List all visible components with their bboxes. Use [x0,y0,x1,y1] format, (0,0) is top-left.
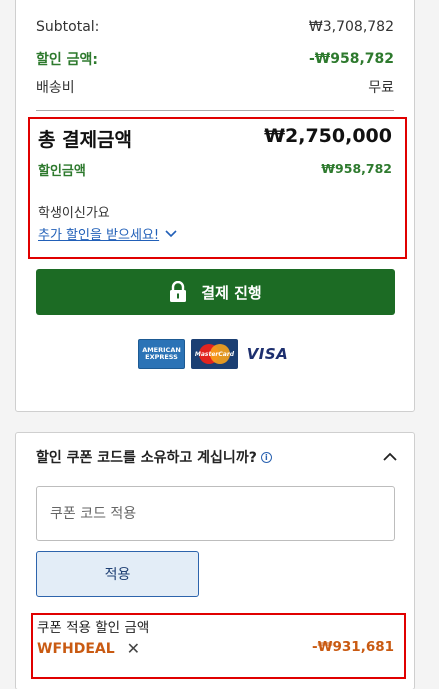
summary-divider [36,110,394,111]
chevron-down-icon[interactable] [165,229,177,238]
apply-label[interactable]: 적용 [105,564,131,584]
applied-coupon-amount: -₩931,681 [312,639,394,655]
checkout-label[interactable]: 결제 진행 [201,282,261,303]
discount-value: -₩958,782 [308,51,394,67]
lock-icon [170,281,187,302]
subtotal-row: Subtotal: ₩3,708,782 [36,19,394,35]
coupon-header[interactable]: 할인 쿠폰 코드를 소유하고 계십니까? i [36,447,398,467]
amex-icon: AMERICAN EXPRESS [138,339,185,369]
coupon-question: 할인 쿠폰 코드를 소유하고 계십니까? i [36,447,272,467]
student-question: 학생이신가요 [38,206,110,221]
checkout-button[interactable]: 결제 진행 [36,269,395,315]
info-icon[interactable]: i [260,451,272,463]
apply-coupon-button[interactable]: 적용 [36,551,199,597]
discount-label: 할인 금액: [36,52,98,68]
total-label: 총 결제금액 [38,129,133,151]
chevron-up-icon[interactable] [382,449,398,465]
shipping-label: 배송비 [36,80,75,96]
coupon-card: 할인 쿠폰 코드를 소유하고 계십니까? i 적용 쿠폰 적용 할인 금액 WF… [15,432,415,689]
student-link-text[interactable]: 추가 할인을 받으세요! [38,224,159,243]
discount-summary-label: 할인금액 [38,164,86,179]
applied-coupon-code: WFHDEAL [37,640,115,657]
total-value: ₩2,750,000 [264,125,392,147]
applied-coupon: WFHDEAL ✕ [37,639,140,658]
student-discount-link[interactable]: 추가 할인을 받으세요! [38,224,177,243]
shipping-row: 배송비 무료 [36,77,394,97]
coupon-code-input[interactable] [36,486,395,541]
order-summary-card: Subtotal: ₩3,708,782 할인 금액: -₩958,782 배송… [15,0,415,412]
payment-methods: AMERICAN EXPRESS MasterCard VISA [138,339,291,369]
discount-row: 할인 금액: -₩958,782 [36,49,394,69]
coupon-question-text: 할인 쿠폰 코드를 소유하고 계십니까? [36,450,257,466]
mastercard-icon: MasterCard [191,339,238,369]
close-icon[interactable]: ✕ [127,639,140,658]
applied-coupon-label: 쿠폰 적용 할인 금액 [37,620,150,636]
discount-summary-value: ₩958,782 [321,161,392,176]
shipping-value: 무료 [368,80,394,96]
subtotal-value: ₩3,708,782 [308,19,394,35]
subtotal-label: Subtotal: [36,19,100,35]
visa-icon: VISA [244,339,291,369]
